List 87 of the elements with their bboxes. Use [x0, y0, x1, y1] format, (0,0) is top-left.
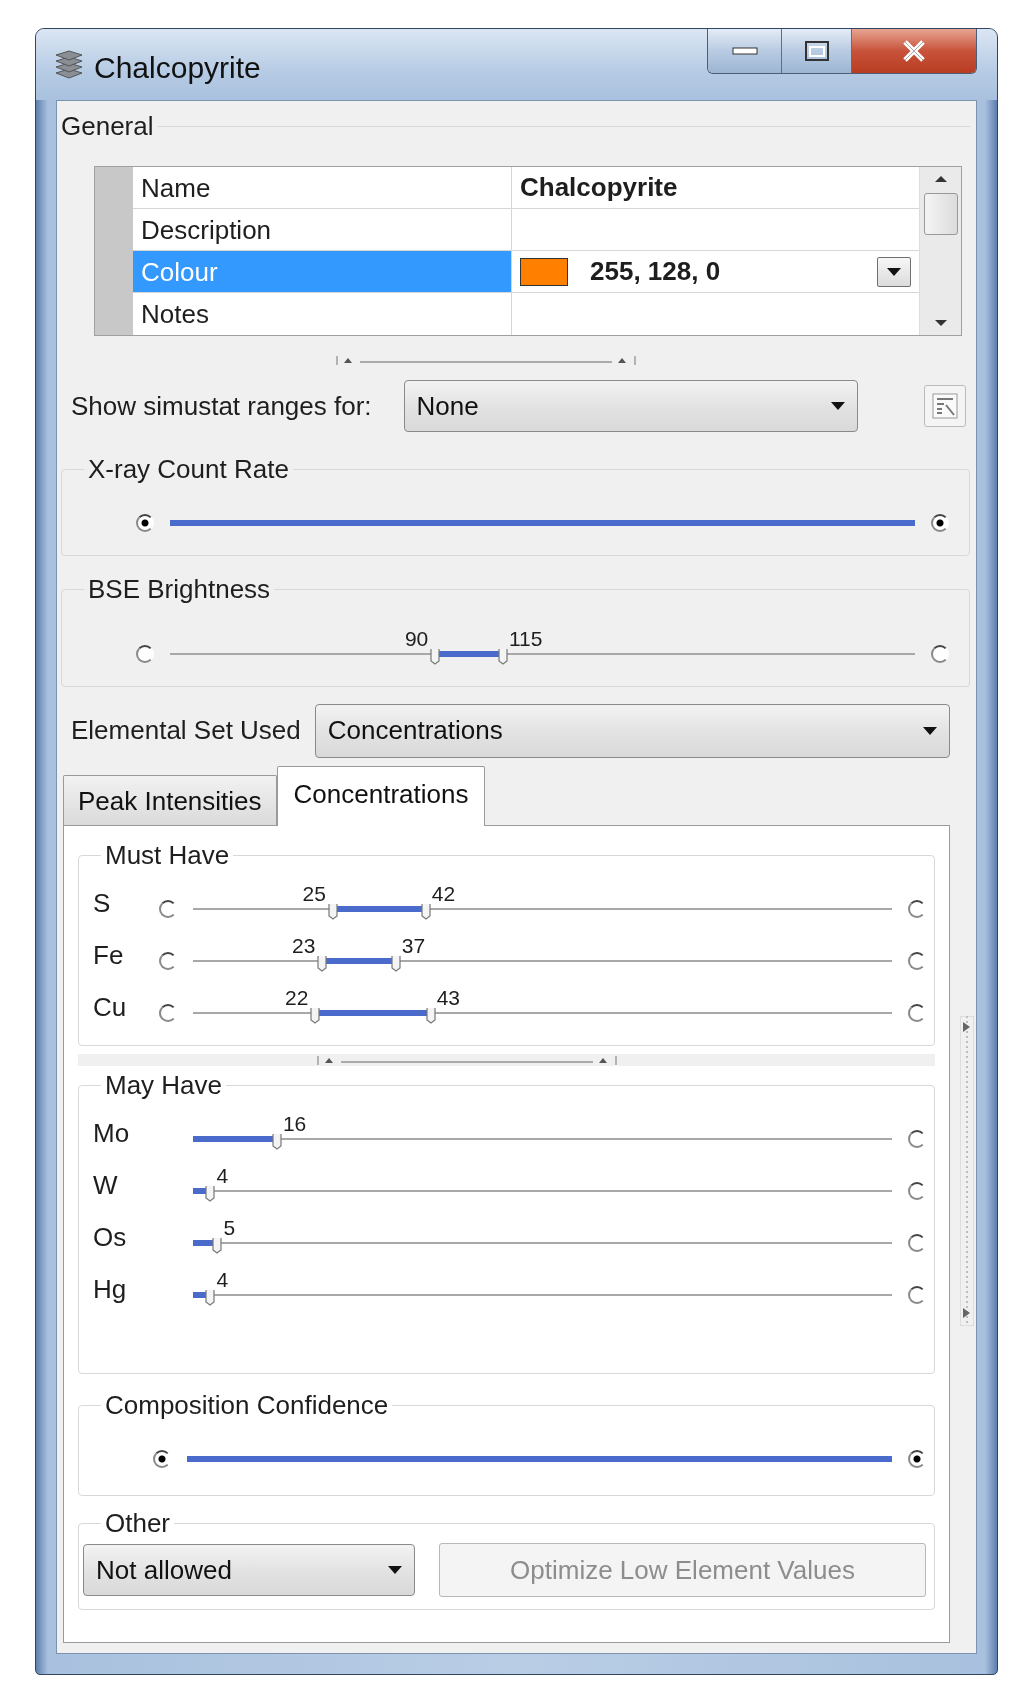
caret-icon	[923, 726, 937, 735]
dropdown[interactable]: None	[403, 380, 858, 433]
tab[interactable]: Concentrations	[276, 765, 486, 826]
radio-button[interactable]	[908, 1233, 926, 1252]
field-label: Elemental Set Used	[71, 714, 301, 748]
slider-thumb[interactable]	[205, 1289, 216, 1306]
element-symbol: Hg	[92, 1272, 128, 1306]
slider-value: 22	[284, 986, 309, 1008]
slider-value: 23	[291, 934, 316, 956]
close-button[interactable]	[852, 29, 976, 73]
minimize-icon	[731, 46, 758, 56]
scroll-thumb[interactable]	[923, 193, 958, 236]
property-name[interactable]: Notes	[133, 293, 512, 336]
element-symbol: Os	[92, 1220, 128, 1254]
element-symbol: Fe	[92, 938, 125, 972]
slider-value: 4	[216, 1164, 229, 1186]
property-name[interactable]: Description	[133, 209, 512, 251]
list-icon	[932, 393, 958, 420]
group-label: Composition Confidence	[104, 1389, 390, 1422]
splitter-grip-icon	[335, 354, 636, 367]
layers-icon	[54, 49, 84, 79]
down-arrow-icon	[933, 319, 948, 328]
group-label: Other	[104, 1508, 172, 1540]
minimize-button[interactable]	[708, 29, 782, 73]
slider-value: 37	[401, 934, 426, 956]
scrollbar[interactable]	[919, 167, 961, 336]
caret-icon	[388, 1566, 402, 1575]
element-symbol: Cu	[92, 990, 128, 1024]
dropdown[interactable]: Not allowed	[83, 1544, 415, 1597]
slider-value: 115	[509, 627, 543, 649]
slider-thumb[interactable]	[420, 903, 431, 920]
group-label: Must Have	[104, 839, 231, 871]
slider-thumb[interactable]	[317, 955, 328, 972]
property-name[interactable]: Name	[133, 167, 512, 209]
slider-thumb[interactable]	[425, 1007, 436, 1024]
group-label: General	[60, 111, 155, 143]
slider-thumb[interactable]	[271, 1133, 282, 1150]
slider-thumb[interactable]	[310, 1007, 321, 1024]
window-title: Chalcopyrite	[94, 50, 261, 86]
slider-value: 43	[436, 986, 460, 1008]
radio-button[interactable]	[908, 1285, 926, 1304]
group-label: May Have	[104, 1069, 224, 1101]
element-symbol: Mo	[92, 1116, 131, 1150]
slider-thumb[interactable]	[212, 1237, 223, 1254]
slider-value: 16	[282, 1112, 307, 1134]
dropdown[interactable]: Concentrations	[314, 703, 950, 758]
radio-button[interactable]	[908, 1450, 926, 1469]
radio-button[interactable]	[931, 644, 949, 663]
tab[interactable]: Peak Intensities	[63, 774, 277, 825]
radio-button[interactable]	[908, 951, 926, 970]
radio-button[interactable]	[153, 1450, 171, 1469]
caret-icon	[887, 267, 901, 276]
radio-button[interactable]	[136, 644, 154, 663]
up-arrow-icon	[933, 175, 948, 184]
element-symbol: W	[92, 1168, 119, 1202]
maximize-button[interactable]	[782, 29, 852, 73]
caret-icon	[830, 402, 845, 411]
close-icon	[902, 40, 926, 62]
radio-button[interactable]	[159, 1003, 177, 1022]
slider-value: 42	[431, 882, 456, 904]
splitter-grip-icon	[316, 1053, 617, 1066]
radio-button[interactable]	[159, 899, 177, 918]
icon-button[interactable]	[924, 385, 966, 428]
radio-button[interactable]	[908, 1181, 926, 1200]
slider-value: 90	[404, 627, 429, 649]
slider-thumb[interactable]	[430, 648, 441, 665]
slider-thumb[interactable]	[390, 955, 401, 972]
radio-button[interactable]	[931, 514, 949, 533]
radio-button[interactable]	[908, 899, 926, 918]
slider-value: 4	[216, 1268, 229, 1290]
group-label: X-ray Count Rate	[87, 454, 290, 486]
dropdown-button[interactable]	[877, 256, 911, 287]
field-label: Show simustat ranges for:	[71, 389, 372, 423]
slider-value: 25	[302, 882, 326, 904]
slider-thumb[interactable]	[327, 903, 338, 920]
property-value: 255, 128, 0	[590, 255, 721, 289]
radio-button[interactable]	[136, 514, 154, 533]
property-value: Chalcopyrite	[519, 171, 679, 205]
radio-button[interactable]	[908, 1003, 926, 1022]
radio-button[interactable]	[159, 951, 177, 970]
group-label: BSE Brightness	[87, 574, 272, 606]
slider-value: 5	[223, 1216, 236, 1238]
element-symbol: S	[92, 886, 112, 920]
slider-thumb[interactable]	[205, 1185, 216, 1202]
maximize-icon	[804, 41, 829, 61]
slider-thumb[interactable]	[498, 648, 508, 665]
radio-button[interactable]	[908, 1129, 926, 1148]
